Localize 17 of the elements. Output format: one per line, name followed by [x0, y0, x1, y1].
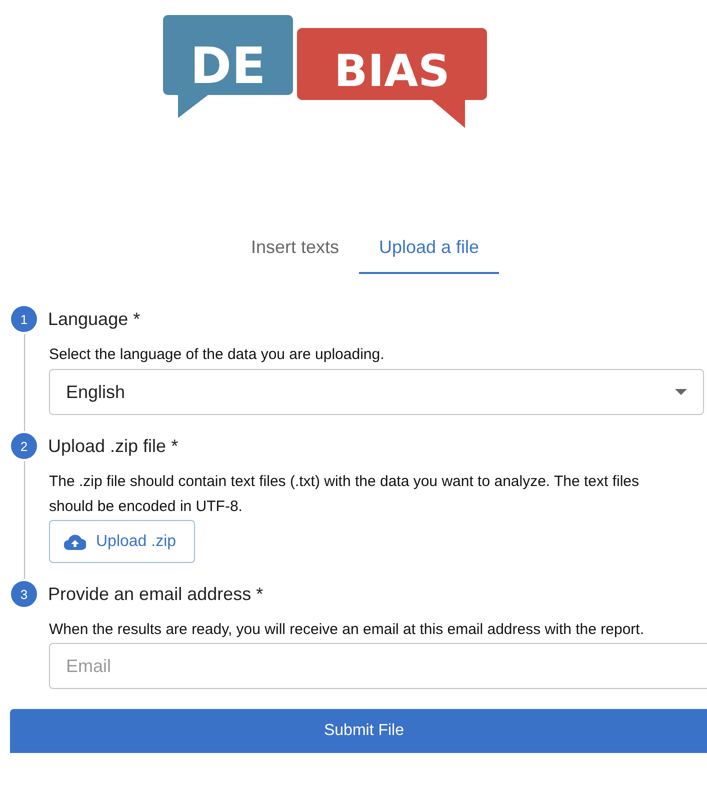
step-description: The .zip file should contain text files (.txt) with the data you want to analyze. The text files should be encoded in UTF-8.: [49, 472, 640, 517]
step-number: 2: [11, 433, 37, 459]
step-title: Upload .zip file *: [48, 436, 178, 456]
step-title: Language *: [48, 308, 140, 330]
logo-text: BIAS: [334, 46, 450, 97]
step-title: Provide an email address *: [48, 584, 264, 604]
step-number: 1: [11, 306, 37, 332]
submit-button[interactable]: Submit File: [10, 709, 707, 753]
step-number: 3: [11, 581, 37, 607]
step-description: When the results are ready, you will receive an email at this email address with the report.: [49, 620, 645, 640]
step-description: Select the language of the data you are uploading.: [49, 345, 386, 365]
language-select[interactable]: English: [49, 369, 704, 415]
upload-button[interactable]: Upload .zip: [49, 520, 196, 563]
tab[interactable]: Upload a file: [358, 225, 500, 274]
tab[interactable]: Insert texts: [230, 225, 359, 274]
logo-text: DE: [190, 37, 266, 95]
email-field[interactable]: Email: [49, 643, 707, 689]
